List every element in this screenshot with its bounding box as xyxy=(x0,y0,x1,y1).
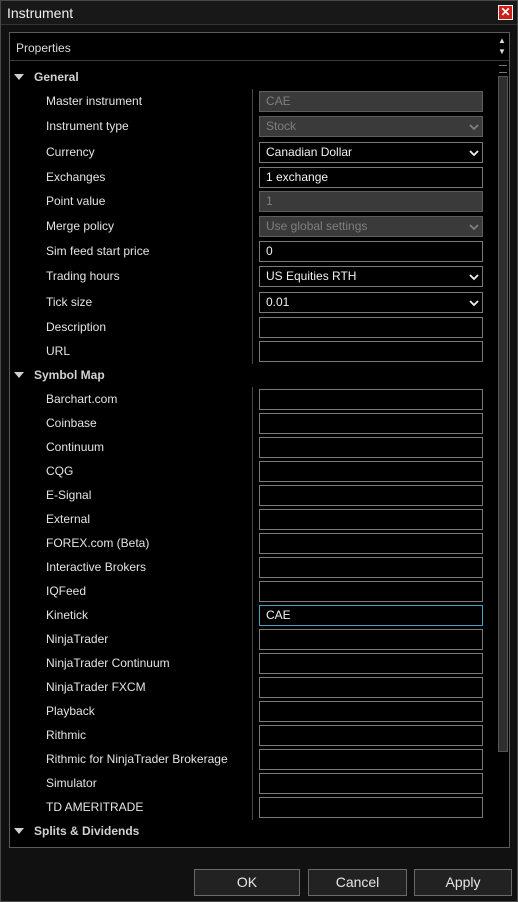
property-label: Barchart.com xyxy=(46,392,118,406)
scroll-grip-icon[interactable] xyxy=(499,65,507,73)
property-label: Kinetick xyxy=(46,608,89,622)
property-input[interactable] xyxy=(259,581,483,602)
property-input[interactable] xyxy=(259,533,483,554)
property-input[interactable] xyxy=(259,677,483,698)
triangle-down-icon[interactable] xyxy=(14,372,24,378)
triangle-down-icon[interactable] xyxy=(14,74,24,80)
property-input[interactable] xyxy=(259,389,483,410)
close-icon[interactable]: ✕ xyxy=(498,5,513,20)
property-label: Rithmic for NinjaTrader Brokerage xyxy=(46,752,228,766)
property-input[interactable]: CAE xyxy=(259,605,483,626)
category-general[interactable]: General xyxy=(12,68,79,86)
property-value: US Equities RTH xyxy=(266,269,357,283)
property-input[interactable] xyxy=(259,317,483,338)
category-label: General xyxy=(34,70,79,84)
property-label: Sim feed start price xyxy=(46,244,150,258)
property-input[interactable] xyxy=(259,653,483,674)
property-label: Coinbase xyxy=(46,416,97,430)
property-input[interactable] xyxy=(259,341,483,362)
property-input[interactable] xyxy=(259,749,483,770)
property-label: Master instrument xyxy=(46,94,143,108)
property-input[interactable]: 0 xyxy=(259,241,483,262)
chevron-down-icon[interactable] xyxy=(469,122,479,132)
property-label: NinjaTrader xyxy=(46,632,109,646)
property-label: Instrument type xyxy=(46,119,129,133)
property-input[interactable] xyxy=(259,509,483,530)
property-select: Stock xyxy=(259,116,483,137)
title-bar[interactable]: Instrument ✕ xyxy=(1,1,517,25)
property-value: Use global settings xyxy=(266,219,368,233)
chevron-down-icon[interactable] xyxy=(469,298,479,308)
property-label: Rithmic xyxy=(46,728,87,742)
apply-button[interactable]: Apply xyxy=(414,869,512,896)
property-label: Continuum xyxy=(46,440,105,454)
header-scroll-arrows-icon[interactable]: ▲ ▼ xyxy=(497,35,507,59)
property-input[interactable] xyxy=(259,461,483,482)
property-label: Playback xyxy=(46,704,95,718)
property-input[interactable] xyxy=(259,437,483,458)
property-select: Use global settings xyxy=(259,216,483,237)
properties-header: Properties ▲ ▼ xyxy=(10,33,509,61)
property-label: URL xyxy=(46,344,71,358)
property-value: Canadian Dollar xyxy=(266,145,353,159)
property-label: External xyxy=(46,512,91,526)
property-input[interactable] xyxy=(259,725,483,746)
property-input: 1 xyxy=(259,191,483,212)
property-input[interactable] xyxy=(259,413,483,434)
window-title: Instrument xyxy=(7,5,74,21)
properties-title: Properties xyxy=(16,41,71,55)
category-splits-dividends[interactable]: Splits & Dividends xyxy=(12,822,139,840)
property-select[interactable]: Canadian Dollar xyxy=(259,142,483,163)
property-label: NinjaTrader Continuum xyxy=(46,656,170,670)
property-label: Trading hours xyxy=(46,269,120,283)
property-value: 1 xyxy=(266,194,273,208)
property-input[interactable]: 1 exchange xyxy=(259,167,483,188)
property-input[interactable] xyxy=(259,701,483,722)
cancel-button[interactable]: Cancel xyxy=(308,869,407,896)
property-value: CAE xyxy=(266,94,291,108)
chevron-down-icon[interactable] xyxy=(469,222,479,232)
category-label: Splits & Dividends xyxy=(34,824,140,838)
vertical-scrollbar[interactable] xyxy=(497,62,509,847)
scrollbar-thumb[interactable] xyxy=(498,76,508,752)
property-label: IQFeed xyxy=(46,584,87,598)
column-divider[interactable] xyxy=(252,387,253,820)
property-input[interactable] xyxy=(259,485,483,506)
property-label: Exchanges xyxy=(46,170,106,184)
property-label: Interactive Brokers xyxy=(46,560,147,574)
property-label: Description xyxy=(46,320,107,334)
property-input: CAE xyxy=(259,91,483,112)
property-value: Stock xyxy=(266,119,297,133)
property-label: Simulator xyxy=(46,776,97,790)
property-label: E-Signal xyxy=(46,488,92,502)
property-label: NinjaTrader FXCM xyxy=(46,680,146,694)
triangle-down-icon[interactable] xyxy=(14,828,24,834)
property-label: CQG xyxy=(46,464,74,478)
property-select[interactable]: US Equities RTH xyxy=(259,266,483,287)
chevron-down-icon[interactable] xyxy=(469,272,479,282)
property-input[interactable] xyxy=(259,629,483,650)
property-value: CAE xyxy=(266,608,291,622)
property-select[interactable]: 0.01 xyxy=(259,292,483,313)
property-label: Tick size xyxy=(46,295,93,309)
property-value: 0 xyxy=(266,244,273,258)
column-divider[interactable] xyxy=(252,89,253,364)
category-symbol-map[interactable]: Symbol Map xyxy=(12,366,105,384)
instrument-window: Instrument ✕ Properties ▲ ▼ General Master… xyxy=(0,0,518,902)
property-label: Merge policy xyxy=(46,219,115,233)
property-value: 1 exchange xyxy=(266,170,329,184)
property-label: Point value xyxy=(46,194,106,208)
property-value: 0.01 xyxy=(266,295,290,309)
property-input[interactable] xyxy=(259,797,483,818)
property-input[interactable] xyxy=(259,557,483,578)
chevron-down-icon[interactable] xyxy=(469,148,479,158)
property-label: FOREX.com (Beta) xyxy=(46,536,150,550)
property-label: TD AMERITRADE xyxy=(46,800,144,814)
ok-button[interactable]: OK xyxy=(194,869,300,896)
property-input[interactable] xyxy=(259,773,483,794)
property-label: Currency xyxy=(46,145,95,159)
category-label: Symbol Map xyxy=(34,368,105,382)
